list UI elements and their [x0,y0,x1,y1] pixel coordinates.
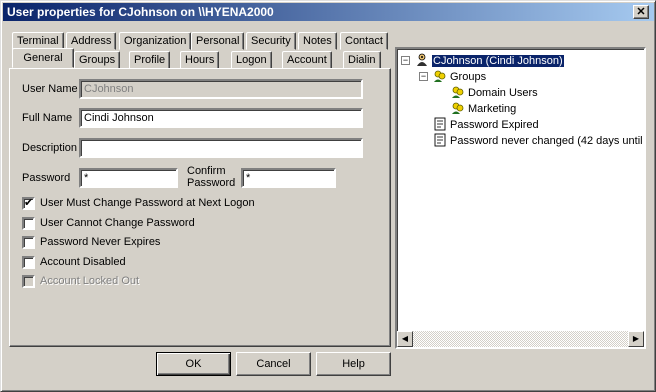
tree-node-user[interactable]: CJohnson (Cindi Johnson) [415,53,565,68]
user-icon [417,53,427,66]
ok-button[interactable]: OK [156,352,231,376]
password-label: Password [22,172,71,184]
tab-address[interactable]: Address [66,32,117,50]
info-page-icon [434,117,446,131]
full-name-field[interactable] [79,108,363,128]
confirm-password-field[interactable] [241,168,336,188]
tab-notes[interactable]: Notes [298,32,337,50]
password-field[interactable] [79,168,178,188]
checkmark-icon: ✔ [24,197,34,209]
scroll-right-icon[interactable]: ▶ [628,331,644,347]
cancel-button[interactable]: Cancel [236,352,311,376]
group-icon [452,86,464,98]
collapse-root-icon[interactable]: − [401,56,410,65]
tab-hours[interactable]: Hours [180,51,220,69]
collapse-groups-icon[interactable]: − [419,72,428,81]
tab-organization[interactable]: Organization [119,32,192,50]
user-name-label: User Name [22,83,78,95]
title-bar: User properties for CJohnson on \\HYENA2… [3,3,654,21]
description-field[interactable] [79,138,363,158]
group-icon [434,70,446,82]
user-info-tree[interactable]: − CJohnson (Cindi Johnson) − Groups Doma… [395,47,646,349]
tree-node-domain-users[interactable]: Domain Users [451,85,538,100]
tree-node-groups[interactable]: Groups [433,69,486,84]
tab-security[interactable]: Security [246,32,296,50]
tab-general[interactable]: General [12,48,74,68]
tab-account[interactable]: Account [282,51,332,69]
group-icon [452,102,464,114]
horizontal-scrollbar[interactable]: ◀ ▶ [397,331,644,347]
tab-logon[interactable]: Logon [231,51,272,69]
description-label: Description [22,142,78,154]
cannot-change-password-checkbox[interactable] [22,217,35,230]
help-button[interactable]: Help [316,352,391,376]
account-locked-out-label: Account Locked Out [40,275,140,287]
confirm-password-label-1: Confirm [187,165,226,177]
confirm-password-label-2: Password [187,177,236,189]
scroll-track[interactable] [413,331,628,347]
tab-contact[interactable]: Contact [340,32,388,50]
scroll-left-icon[interactable]: ◀ [397,331,413,347]
tree-node-password-never-changed[interactable]: Password never changed (42 days until [433,133,643,148]
tab-profile[interactable]: Profile [129,51,171,69]
user-name-field [79,79,363,99]
tab-groups[interactable]: Groups [74,51,121,69]
must-change-password-checkbox[interactable]: ✔ [22,197,35,210]
account-disabled-checkbox[interactable] [22,256,35,269]
full-name-label: Full Name [22,112,73,124]
account-locked-out-checkbox [22,275,35,288]
window-title: User properties for CJohnson on \\HYENA2… [7,5,274,19]
must-change-password-label[interactable]: User Must Change Password at Next Logon [40,197,255,209]
close-button[interactable]: ✕ [633,5,649,19]
info-page-icon [434,133,446,147]
tree-node-password-expired[interactable]: Password Expired [433,117,539,132]
tab-personal[interactable]: Personal [191,32,245,50]
account-disabled-label[interactable]: Account Disabled [40,256,126,268]
password-never-expires-checkbox[interactable] [22,236,35,249]
password-never-expires-label[interactable]: Password Never Expires [40,236,160,248]
tab-dialin[interactable]: Dialin [343,51,381,69]
cannot-change-password-label[interactable]: User Cannot Change Password [40,217,195,229]
tree-node-marketing[interactable]: Marketing [451,101,516,116]
